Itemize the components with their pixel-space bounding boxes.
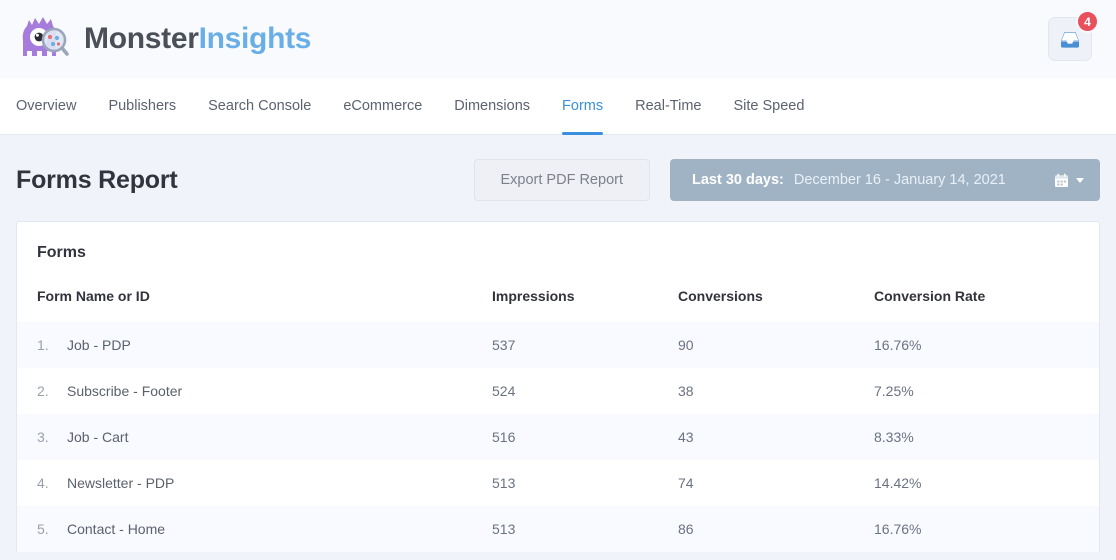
tab-search-console[interactable]: Search Console — [192, 78, 327, 134]
brand-name: MonsterInsights — [84, 22, 311, 56]
export-pdf-report-button[interactable]: Export PDF Report — [473, 159, 650, 201]
date-range-label: Last 30 days: — [692, 172, 784, 188]
cell-conversion-rate: 16.76% — [854, 322, 1099, 368]
card-title: Forms — [37, 244, 86, 261]
forms-card: Forms Form Name or ID Impressions Conver… — [16, 221, 1100, 552]
brand-logo[interactable]: MonsterInsights — [16, 14, 311, 64]
cell-form-name: 1. Job - PDP — [17, 322, 472, 368]
form-name: Newsletter - PDP — [67, 475, 175, 491]
table-row[interactable]: 2. Subscribe - Footer 524 38 7.25% — [17, 368, 1099, 414]
column-header-conversion-rate[interactable]: Conversion Rate — [854, 280, 1099, 322]
column-header-form-name[interactable]: Form Name or ID — [17, 280, 472, 322]
report-toolbar: Forms Report Export PDF Report Last 30 d… — [0, 135, 1116, 221]
date-range-icons — [1054, 173, 1084, 188]
cell-conversion-rate: 7.25% — [854, 368, 1099, 414]
main-nav-tabs: Overview Publishers Search Console eComm… — [0, 78, 1116, 135]
tab-dimensions[interactable]: Dimensions — [438, 78, 546, 134]
monster-magnifier-icon — [16, 14, 70, 64]
cell-form-name: 3. Job - Cart — [17, 414, 472, 460]
table-header-row: Form Name or ID Impressions Conversions … — [17, 280, 1099, 322]
table-row[interactable]: 5. Contact - Home 513 86 16.76% — [17, 506, 1099, 552]
notifications-badge: 4 — [1076, 10, 1099, 33]
tab-publishers[interactable]: Publishers — [92, 78, 192, 134]
brand-name-part1: Monster — [84, 22, 199, 55]
tab-overview[interactable]: Overview — [16, 78, 92, 134]
tab-site-speed[interactable]: Site Speed — [717, 78, 820, 134]
brand-name-part2: Insights — [198, 22, 312, 55]
inbox-icon — [1061, 32, 1079, 48]
row-number: 3. — [37, 429, 49, 445]
table-row[interactable]: 4. Newsletter - PDP 513 74 14.42% — [17, 460, 1099, 506]
forms-table: Form Name or ID Impressions Conversions … — [17, 280, 1099, 552]
form-name: Contact - Home — [67, 521, 166, 537]
form-name: Job - PDP — [67, 337, 131, 353]
table-row[interactable]: 3. Job - Cart 516 43 8.33% — [17, 414, 1099, 460]
cell-conversion-rate: 16.76% — [854, 506, 1099, 552]
tab-real-time[interactable]: Real-Time — [619, 78, 717, 134]
form-name: Job - Cart — [67, 429, 129, 445]
chevron-down-icon — [1076, 177, 1084, 183]
cell-conversion-rate: 14.42% — [854, 460, 1099, 506]
calendar-icon — [1055, 173, 1068, 187]
form-name: Subscribe - Footer — [67, 383, 183, 399]
column-header-impressions[interactable]: Impressions — [472, 280, 658, 322]
cell-impressions: 524 — [472, 368, 658, 414]
cell-conversions: 86 — [658, 506, 854, 552]
cell-conversions: 43 — [658, 414, 854, 460]
cell-conversion-rate: 8.33% — [854, 414, 1099, 460]
cell-impressions: 513 — [472, 506, 658, 552]
table-row[interactable]: 1. Job - PDP 537 90 16.76% — [17, 322, 1099, 368]
tab-ecommerce[interactable]: eCommerce — [327, 78, 438, 134]
cell-form-name: 4. Newsletter - PDP — [17, 460, 472, 506]
date-range-selector[interactable]: Last 30 days: December 16 - January 14, … — [670, 159, 1100, 201]
cell-conversions: 74 — [658, 460, 854, 506]
app-header: MonsterInsights 4 — [0, 0, 1116, 78]
cell-form-name: 5. Contact - Home — [17, 506, 472, 552]
tab-forms[interactable]: Forms — [546, 78, 619, 135]
forms-table-head: Form Name or ID Impressions Conversions … — [17, 280, 1099, 322]
page-title: Forms Report — [16, 165, 178, 194]
cell-impressions: 516 — [472, 414, 658, 460]
column-header-conversions[interactable]: Conversions — [658, 280, 854, 322]
row-number: 1. — [37, 337, 49, 353]
cell-impressions: 537 — [472, 322, 658, 368]
cell-conversions: 38 — [658, 368, 854, 414]
forms-table-body: 1. Job - PDP 537 90 16.76% 2. Subscribe - … — [17, 322, 1099, 552]
date-range-value: December 16 - January 14, 2021 — [793, 172, 1006, 188]
row-number: 4. — [37, 475, 49, 491]
notifications-area: 4 — [1048, 10, 1099, 61]
row-number: 5. — [37, 521, 49, 537]
cell-impressions: 513 — [472, 460, 658, 506]
row-number: 2. — [37, 383, 49, 399]
cell-conversions: 90 — [658, 322, 854, 368]
cell-form-name: 2. Subscribe - Footer — [17, 368, 472, 414]
